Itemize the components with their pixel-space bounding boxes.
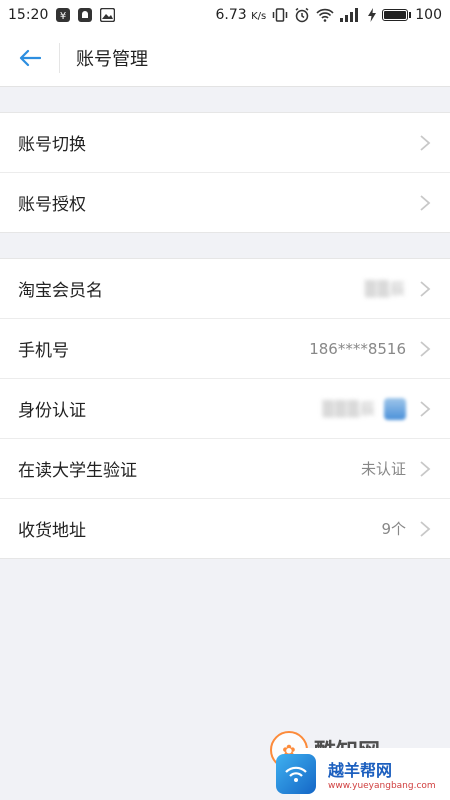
alarm-icon bbox=[294, 7, 310, 23]
settings-group-2: 淘宝会员名 ▒▒辰 手机号 186****8516 身份认证 ▒▒▒辰 在读大学… bbox=[0, 258, 450, 559]
row-label: 账号切换 bbox=[18, 135, 86, 155]
site-logo-icon bbox=[276, 754, 316, 794]
row-label: 身份认证 bbox=[18, 401, 86, 421]
page-title: 账号管理 bbox=[76, 49, 148, 70]
row-label: 账号授权 bbox=[18, 195, 86, 215]
row-label: 在读大学生验证 bbox=[18, 461, 137, 481]
verified-user-icon bbox=[384, 397, 406, 420]
shipping-address-row[interactable]: 收货地址 9个 bbox=[0, 499, 450, 558]
watermark-site: 越羊帮网 www.yueyangbang.com bbox=[276, 748, 450, 800]
battery-fill bbox=[384, 11, 407, 19]
chevron-right-icon bbox=[420, 400, 431, 417]
chevron-right-icon bbox=[420, 280, 431, 297]
account-authorization-row[interactable]: 账号授权 bbox=[0, 173, 450, 232]
row-label: 淘宝会员名 bbox=[18, 281, 103, 301]
arrow-left-icon bbox=[19, 49, 41, 67]
identity-verification-row[interactable]: 身份认证 ▒▒▒辰 bbox=[0, 379, 450, 439]
wifi-icon bbox=[316, 8, 334, 22]
watermark-site-title: 越羊帮网 bbox=[328, 761, 393, 780]
phone-number-row[interactable]: 手机号 186****8516 bbox=[0, 319, 450, 379]
battery-icon bbox=[382, 9, 409, 21]
signal-icon bbox=[340, 8, 362, 22]
settings-group-1: 账号切换 账号授权 bbox=[0, 112, 450, 233]
app-notification-icon bbox=[78, 8, 93, 22]
student-verification-row[interactable]: 在读大学生验证 未认证 bbox=[0, 439, 450, 499]
charging-icon bbox=[368, 8, 377, 22]
address-count: 9个 bbox=[381, 520, 406, 538]
taobao-notification-icon: ¥ bbox=[56, 8, 71, 22]
row-label: 手机号 bbox=[18, 341, 69, 361]
vibrate-icon bbox=[272, 8, 288, 22]
taobao-member-name-row[interactable]: 淘宝会员名 ▒▒辰 bbox=[0, 259, 450, 319]
status-time: 15:20 bbox=[8, 7, 49, 23]
chevron-right-icon bbox=[420, 340, 431, 357]
image-notification-icon bbox=[100, 8, 116, 22]
phone-number-value: 186****8516 bbox=[309, 339, 406, 358]
chevron-right-icon bbox=[420, 520, 431, 537]
row-label: 收货地址 bbox=[18, 521, 86, 541]
row-value: ▒▒▒辰 bbox=[322, 397, 406, 420]
chevron-right-icon bbox=[420, 134, 431, 151]
masked-member-name: ▒▒辰 bbox=[364, 280, 406, 298]
network-speed: 6.73 K/s bbox=[215, 7, 267, 23]
battery-percent: 100 bbox=[415, 7, 442, 23]
masked-identity-name: ▒▒▒辰 bbox=[322, 400, 376, 418]
battery-indicator: 100 bbox=[382, 7, 442, 23]
header-bar: 账号管理 bbox=[0, 30, 450, 87]
student-verification-status: 未认证 bbox=[360, 460, 406, 478]
row-value: ▒▒辰 bbox=[365, 278, 406, 299]
back-button[interactable] bbox=[0, 43, 60, 73]
svg-text:¥: ¥ bbox=[60, 11, 66, 22]
watermark-site-url: www.yueyangbang.com bbox=[328, 781, 436, 791]
chevron-right-icon bbox=[420, 460, 431, 477]
chevron-right-icon bbox=[420, 194, 431, 211]
status-bar: 15:20 ¥ 6.73 K/s 100 bbox=[0, 0, 450, 30]
account-switch-row[interactable]: 账号切换 bbox=[0, 113, 450, 173]
